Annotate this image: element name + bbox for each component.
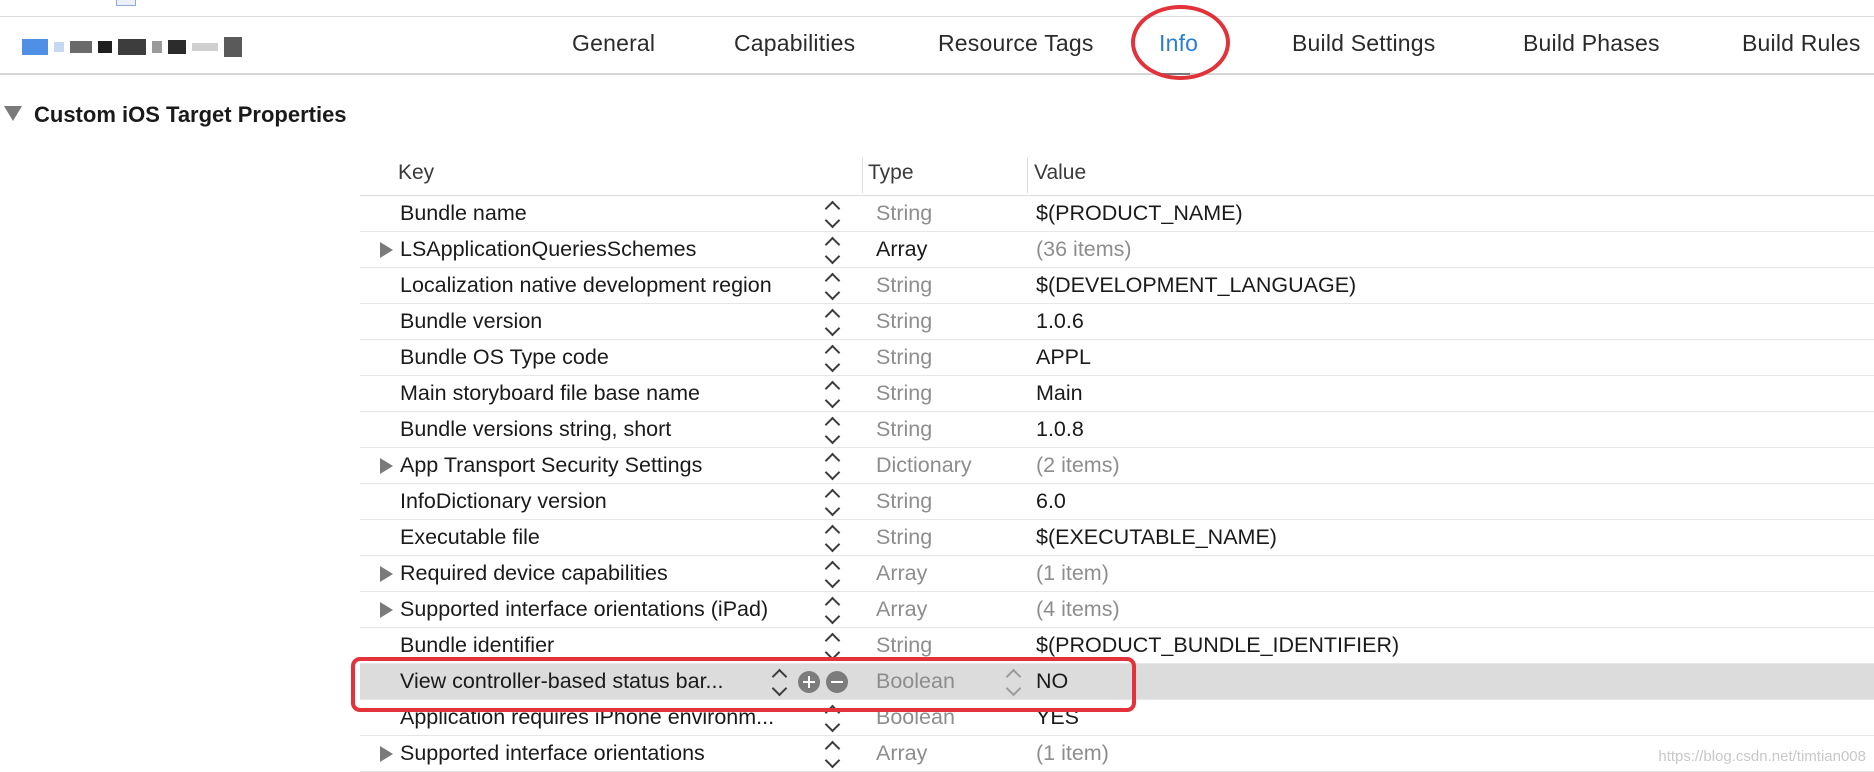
tab-capabilities[interactable]: Capabilities	[734, 30, 855, 57]
column-divider[interactable]	[1027, 158, 1028, 193]
row-key: Bundle version	[400, 309, 543, 333]
row-type[interactable]: String	[876, 525, 932, 550]
stepper-icon[interactable]	[824, 416, 841, 445]
row-key: Bundle OS Type code	[400, 345, 609, 369]
editor-tab-bar: General Capabilities Resource Tags Info …	[0, 0, 1874, 75]
column-header-type[interactable]: Type	[868, 161, 914, 185]
disclosure-triangle-icon[interactable]	[380, 242, 393, 258]
row-value[interactable]: 6.0	[1036, 489, 1066, 514]
row-key: Required device capabilities	[400, 561, 668, 585]
row-value[interactable]: Main	[1036, 381, 1083, 406]
stepper-icon[interactable]	[824, 452, 841, 481]
row-type[interactable]: Array	[876, 597, 927, 622]
tab-resource-tags[interactable]: Resource Tags	[938, 30, 1094, 57]
disclosure-triangle-icon[interactable]	[380, 746, 393, 762]
stepper-icon[interactable]	[824, 236, 841, 265]
row-key: Supported interface orientations	[400, 741, 705, 765]
column-header-key[interactable]: Key	[398, 161, 434, 185]
table-row[interactable]: Supported interface orientations (iPad) …	[360, 592, 1874, 628]
table-row[interactable]: App Transport Security Settings Dictiona…	[360, 448, 1874, 484]
row-key: Executable file	[400, 525, 540, 549]
row-type[interactable]: Dictionary	[876, 453, 972, 478]
row-type[interactable]: String	[876, 201, 932, 226]
disclosure-triangle-icon[interactable]	[4, 106, 22, 121]
row-value[interactable]: APPL	[1036, 345, 1091, 370]
column-header-value[interactable]: Value	[1034, 161, 1086, 185]
tab-build-rules[interactable]: Build Rules	[1742, 30, 1861, 57]
row-value[interactable]: $(DEVELOPMENT_LANGUAGE)	[1036, 273, 1356, 298]
tab-general[interactable]: General	[572, 30, 655, 57]
row-type[interactable]: Array	[876, 561, 927, 586]
stepper-icon[interactable]	[824, 560, 841, 589]
watermark: https://blog.csdn.net/timtian008	[1658, 748, 1866, 765]
row-type[interactable]: String	[876, 489, 932, 514]
tab-build-phases[interactable]: Build Phases	[1523, 30, 1660, 57]
row-value: (1 item)	[1036, 561, 1109, 585]
row-type[interactable]: String	[876, 273, 932, 298]
stepper-icon[interactable]	[824, 380, 841, 409]
table-row[interactable]: Supported interface orientations Array (…	[360, 736, 1874, 772]
row-value[interactable]: $(PRODUCT_NAME)	[1036, 201, 1243, 226]
stepper-icon[interactable]	[824, 200, 841, 229]
row-value: (36 items)	[1036, 237, 1132, 261]
row-value: (2 items)	[1036, 453, 1120, 477]
row-value[interactable]: $(EXECUTABLE_NAME)	[1036, 525, 1277, 550]
row-key: LSApplicationQueriesSchemes	[400, 237, 697, 261]
row-type[interactable]: Array	[876, 237, 927, 262]
stepper-icon[interactable]	[824, 272, 841, 301]
table-row[interactable]: Bundle versions string, short String 1.0…	[360, 412, 1874, 448]
row-type[interactable]: Array	[876, 741, 927, 766]
row-value[interactable]: $(PRODUCT_BUNDLE_IDENTIFIER)	[1036, 633, 1399, 658]
stepper-icon[interactable]	[824, 308, 841, 337]
row-value[interactable]: 1.0.6	[1036, 309, 1084, 334]
table-row[interactable]: Bundle version String 1.0.6	[360, 304, 1874, 340]
row-key: App Transport Security Settings	[400, 453, 703, 477]
table-row[interactable]: Executable file String $(EXECUTABLE_NAME…	[360, 520, 1874, 556]
row-key: InfoDictionary version	[400, 489, 607, 513]
stepper-icon[interactable]	[824, 344, 841, 373]
table-row[interactable]: InfoDictionary version String 6.0	[360, 484, 1874, 520]
stepper-icon[interactable]	[824, 524, 841, 553]
table-row[interactable]: Required device capabilities Array (1 it…	[360, 556, 1874, 592]
row-value: (4 items)	[1036, 597, 1120, 621]
column-divider[interactable]	[862, 158, 863, 193]
disclosure-triangle-icon[interactable]	[380, 566, 393, 582]
tab-build-settings[interactable]: Build Settings	[1292, 30, 1435, 57]
disclosure-triangle-icon[interactable]	[380, 602, 393, 618]
info-tab-circle-annotation	[1131, 5, 1230, 80]
stepper-icon[interactable]	[824, 632, 841, 661]
row-key: Localization native development region	[400, 273, 772, 297]
row-type[interactable]: String	[876, 417, 932, 442]
selected-row-highlight-annotation	[351, 657, 1136, 712]
row-key: Bundle versions string, short	[400, 417, 672, 441]
table-row[interactable]: Bundle OS Type code String APPL	[360, 340, 1874, 376]
table-row[interactable]: LSApplicationQueriesSchemes Array (36 it…	[360, 232, 1874, 268]
row-key: Bundle name	[400, 201, 527, 225]
table-row[interactable]: Bundle name String $(PRODUCT_NAME)	[360, 196, 1874, 232]
row-type[interactable]: String	[876, 381, 932, 406]
row-type[interactable]: String	[876, 633, 932, 658]
row-value: (1 item)	[1036, 741, 1109, 765]
disclosure-triangle-icon[interactable]	[380, 458, 393, 474]
stepper-icon[interactable]	[824, 596, 841, 625]
row-value[interactable]: 1.0.8	[1036, 417, 1084, 442]
table-row[interactable]: Localization native development region S…	[360, 268, 1874, 304]
stepper-icon[interactable]	[824, 740, 841, 769]
row-key: Main storyboard file base name	[400, 381, 700, 405]
table-header: Key Type Value	[360, 152, 1874, 196]
editor-tabs: General Capabilities Resource Tags Info …	[0, 0, 1874, 75]
row-type[interactable]: String	[876, 345, 932, 370]
row-key: Bundle identifier	[400, 633, 555, 657]
row-key: Supported interface orientations (iPad)	[400, 597, 769, 621]
row-type[interactable]: String	[876, 309, 932, 334]
table-row[interactable]: Main storyboard file base name String Ma…	[360, 376, 1874, 412]
section-title: Custom iOS Target Properties	[34, 102, 347, 127]
stepper-icon[interactable]	[824, 488, 841, 517]
